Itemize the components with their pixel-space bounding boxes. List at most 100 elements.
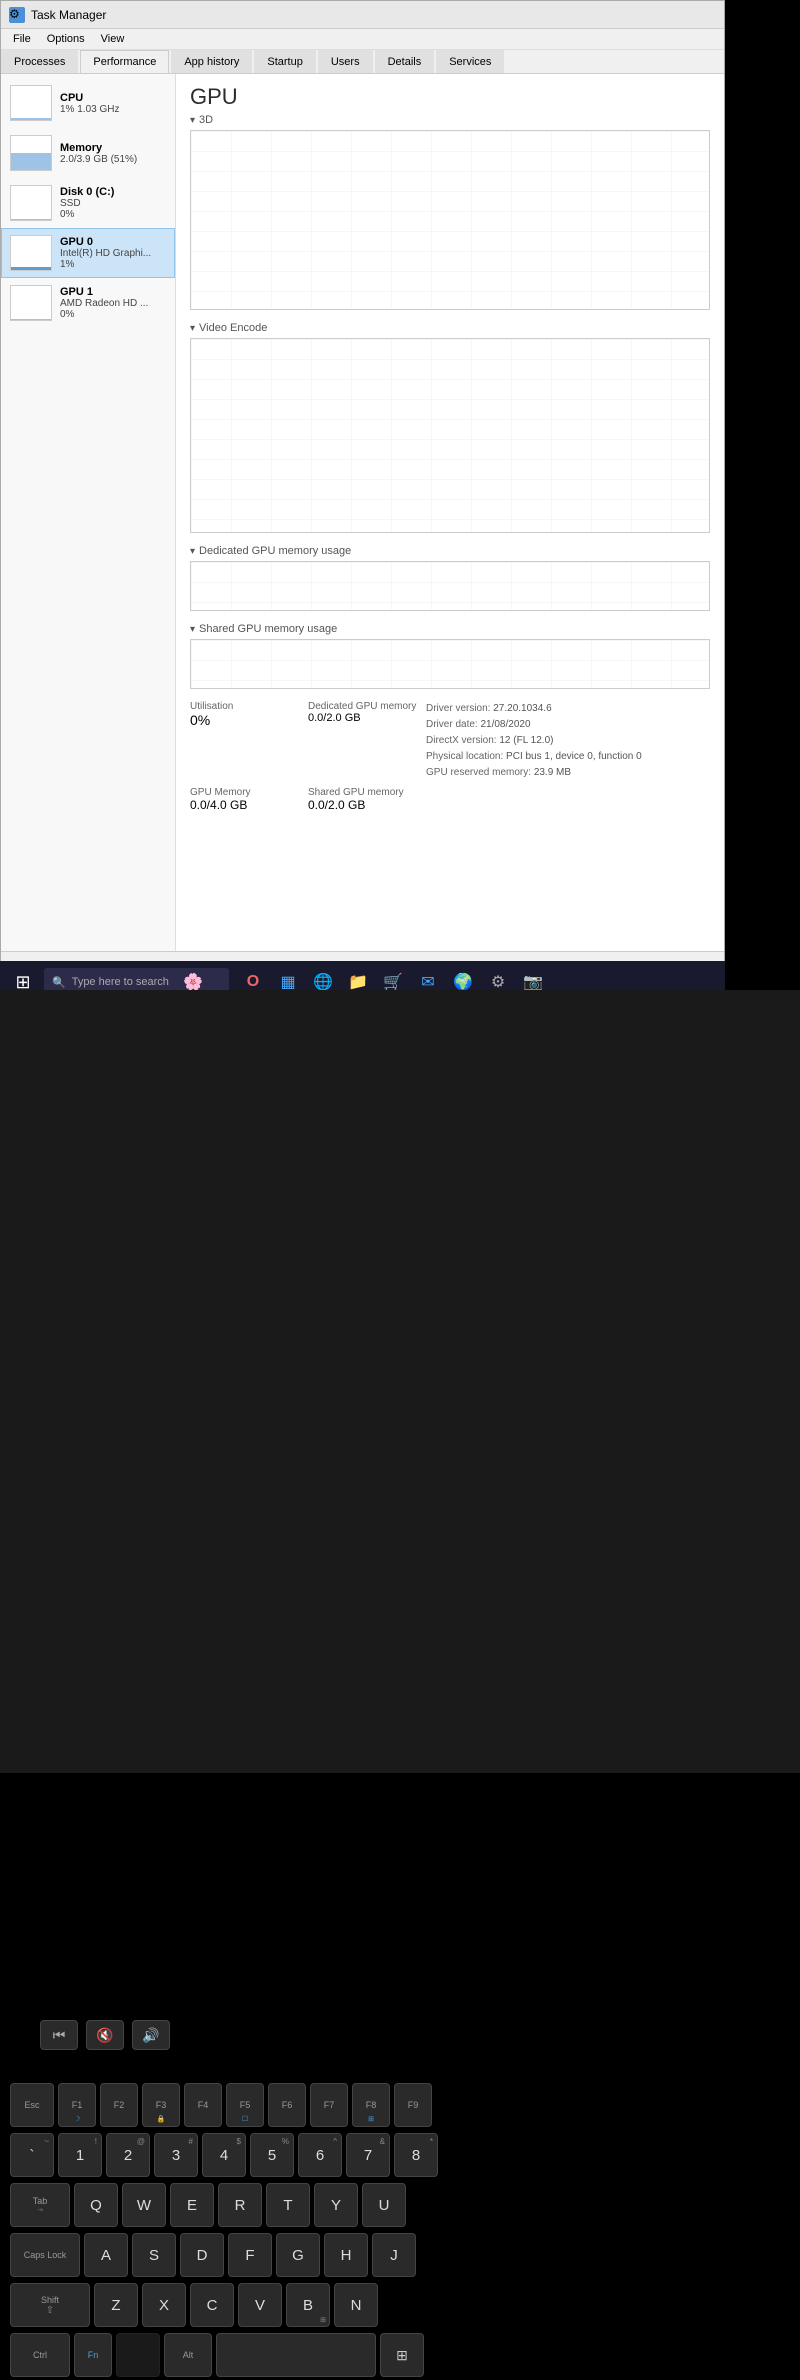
gpu0-thumbnail bbox=[10, 235, 52, 271]
driver-version-value: 27.20.1034.6 bbox=[493, 703, 551, 714]
menu-view[interactable]: View bbox=[93, 31, 133, 47]
dedicated-mem-value: 0.0/2.0 GB bbox=[308, 712, 418, 724]
media-key-vol-up[interactable]: 🔊 bbox=[132, 2020, 170, 2050]
key-b[interactable]: B⊞ bbox=[286, 2283, 330, 2327]
key-fn[interactable]: Fn bbox=[74, 2333, 112, 2377]
key-win[interactable]: ⊞ bbox=[380, 2333, 424, 2377]
tab-services[interactable]: Services bbox=[436, 50, 504, 73]
sidebar-item-memory[interactable]: Memory 2.0/3.9 GB (51%) bbox=[1, 128, 175, 178]
driver-version-label: Driver version: bbox=[426, 703, 490, 714]
key-f3[interactable]: F3🔒 bbox=[142, 2083, 180, 2127]
graph-shared-grid bbox=[191, 640, 709, 688]
gpu1-detail: AMD Radeon HD ... bbox=[60, 298, 166, 309]
graph-shared bbox=[190, 639, 710, 689]
key-h[interactable]: H bbox=[324, 2233, 368, 2277]
sidebar-item-gpu0[interactable]: GPU 0 Intel(R) HD Graphi... 1% bbox=[1, 228, 175, 278]
key-f4[interactable]: F4 bbox=[184, 2083, 222, 2127]
sidebar-item-gpu1[interactable]: GPU 1 AMD Radeon HD ... 0% bbox=[1, 278, 175, 328]
media-key-mute[interactable]: 🔇 bbox=[86, 2020, 124, 2050]
gpu0-label: GPU 0 bbox=[60, 236, 166, 248]
key-6[interactable]: ^6 bbox=[298, 2133, 342, 2177]
cpu-detail: 1% 1.03 GHz bbox=[60, 104, 166, 115]
utilisation-value: 0% bbox=[190, 712, 300, 728]
key-tilde[interactable]: ~` bbox=[10, 2133, 54, 2177]
laptop-body: ⏮ 🔇 🔊 Esc F1☽ F2 F3🔒 F4 F5☐ F6 F7 F8⊞ F9… bbox=[0, 990, 800, 1773]
key-2[interactable]: @2 bbox=[106, 2133, 150, 2177]
key-q[interactable]: Q bbox=[74, 2183, 118, 2227]
key-4[interactable]: $4 bbox=[202, 2133, 246, 2177]
key-1[interactable]: !1 bbox=[58, 2133, 102, 2177]
fn-key-row: Esc F1☽ F2 F3🔒 F4 F5☐ F6 F7 F8⊞ F9 bbox=[0, 2080, 800, 2130]
gpu-reserved-value: 23.9 MB bbox=[534, 767, 571, 778]
key-a[interactable]: A bbox=[84, 2233, 128, 2277]
shared-mem-label: Shared GPU memory bbox=[308, 787, 418, 798]
key-f2[interactable]: F2 bbox=[100, 2083, 138, 2127]
key-r[interactable]: R bbox=[218, 2183, 262, 2227]
key-s[interactable]: S bbox=[132, 2233, 176, 2277]
key-3[interactable]: #3 bbox=[154, 2133, 198, 2177]
key-d[interactable]: D bbox=[180, 2233, 224, 2277]
key-esc[interactable]: Esc bbox=[10, 2083, 54, 2127]
media-keys-row: ⏮ 🔇 🔊 bbox=[40, 2020, 170, 2050]
key-v[interactable]: V bbox=[238, 2283, 282, 2327]
key-g[interactable]: G bbox=[276, 2233, 320, 2277]
decorative-icon: 🌸 bbox=[183, 972, 203, 992]
tab-app-history[interactable]: App history bbox=[171, 50, 252, 73]
key-f1[interactable]: F1☽ bbox=[58, 2083, 96, 2127]
key-f7[interactable]: F7 bbox=[310, 2083, 348, 2127]
sidebar-item-disk0[interactable]: Disk 0 (C:) SSD 0% bbox=[1, 178, 175, 228]
key-space[interactable] bbox=[216, 2333, 376, 2377]
stats-row-2: GPU Memory 0.0/4.0 GB Shared GPU memory … bbox=[190, 787, 710, 812]
key-z[interactable]: Z bbox=[94, 2283, 138, 2327]
section-3d-label: 3D bbox=[190, 114, 710, 126]
sidebar-item-cpu[interactable]: CPU 1% 1.03 GHz bbox=[1, 78, 175, 128]
key-x[interactable]: X bbox=[142, 2283, 186, 2327]
directx-label: DirectX version: bbox=[426, 735, 497, 746]
key-f9[interactable]: F9 bbox=[394, 2083, 432, 2127]
key-caps-lock[interactable]: Caps Lock bbox=[10, 2233, 80, 2277]
media-key-prev[interactable]: ⏮ bbox=[40, 2020, 78, 2050]
zxcv-row: Shift⇧ Z X C V B⊞ N bbox=[0, 2280, 800, 2330]
menu-file[interactable]: File bbox=[5, 31, 39, 47]
graph-3d bbox=[190, 130, 710, 310]
key-shift-left[interactable]: Shift⇧ bbox=[10, 2283, 90, 2327]
menu-options[interactable]: Options bbox=[39, 31, 93, 47]
directx-value: 12 (FL 12.0) bbox=[499, 735, 553, 746]
key-alt[interactable]: Alt bbox=[164, 2333, 212, 2377]
bottom-key-row: Ctrl Fn Alt ⊞ bbox=[0, 2330, 800, 2380]
key-j[interactable]: J bbox=[372, 2233, 416, 2277]
key-f6[interactable]: F6 bbox=[268, 2083, 306, 2127]
key-t[interactable]: T bbox=[266, 2183, 310, 2227]
gpu-title: GPU bbox=[190, 84, 710, 110]
key-n[interactable]: N bbox=[334, 2283, 378, 2327]
tab-processes[interactable]: Processes bbox=[1, 50, 78, 73]
key-c[interactable]: C bbox=[190, 2283, 234, 2327]
windows-icon: ⊞ bbox=[396, 2347, 408, 2364]
tab-users[interactable]: Users bbox=[318, 50, 373, 73]
key-empty bbox=[116, 2333, 160, 2377]
key-u[interactable]: U bbox=[362, 2183, 406, 2227]
disk-label: Disk 0 (C:) bbox=[60, 186, 166, 198]
tab-startup[interactable]: Startup bbox=[254, 50, 315, 73]
key-e[interactable]: E bbox=[170, 2183, 214, 2227]
qwerty-row: Tab⇥ Q W E R T Y U bbox=[0, 2180, 800, 2230]
key-w[interactable]: W bbox=[122, 2183, 166, 2227]
key-7[interactable]: &7 bbox=[346, 2133, 390, 2177]
section-dedicated-label: Dedicated GPU memory usage bbox=[190, 545, 710, 557]
memory-label: Memory bbox=[60, 142, 166, 154]
key-y[interactable]: Y bbox=[314, 2183, 358, 2227]
key-f8[interactable]: F8⊞ bbox=[352, 2083, 390, 2127]
key-5[interactable]: %5 bbox=[250, 2133, 294, 2177]
key-f[interactable]: F bbox=[228, 2233, 272, 2277]
task-manager-window: ⚙ Task Manager File Options View Process… bbox=[0, 0, 725, 980]
key-ctrl-left[interactable]: Ctrl bbox=[10, 2333, 70, 2377]
gpu1-thumbnail bbox=[10, 285, 52, 321]
memory-thumbnail bbox=[10, 135, 52, 171]
key-tab[interactable]: Tab⇥ bbox=[10, 2183, 70, 2227]
tab-details[interactable]: Details bbox=[375, 50, 435, 73]
key-8[interactable]: *8 bbox=[394, 2133, 438, 2177]
key-f5[interactable]: F5☐ bbox=[226, 2083, 264, 2127]
driver-info-block: Driver version: 27.20.1034.6 Driver date… bbox=[426, 701, 642, 781]
tab-performance[interactable]: Performance bbox=[80, 50, 169, 73]
graph-dedicated bbox=[190, 561, 710, 611]
